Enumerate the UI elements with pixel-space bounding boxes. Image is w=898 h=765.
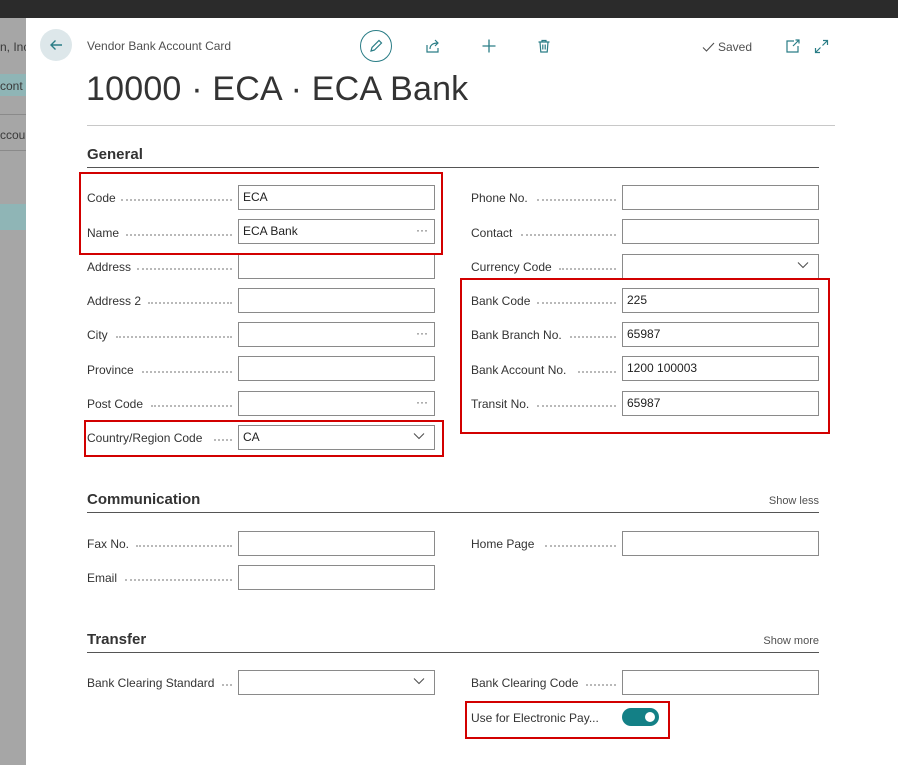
highlight-box-country-region xyxy=(84,420,444,457)
field-label-address-2: Address 2 xyxy=(87,294,142,308)
highlight-box-electronic-payments xyxy=(465,701,670,739)
field-label-province: Province xyxy=(87,363,134,377)
bank-clearing-standard-select[interactable] xyxy=(238,670,435,695)
field-label-bank-clearing-code: Bank Clearing Code xyxy=(471,676,579,690)
delete-button[interactable] xyxy=(535,37,553,55)
pencil-icon xyxy=(370,39,383,52)
field-label-currency-code: Currency Code xyxy=(471,260,552,274)
leader-dots xyxy=(222,684,232,687)
open-new-window-button[interactable] xyxy=(783,37,801,55)
leader-dots xyxy=(586,684,616,687)
trash-icon xyxy=(538,39,550,53)
background-divider xyxy=(0,150,26,151)
home-page-field[interactable] xyxy=(622,531,819,556)
leader-dots xyxy=(521,234,616,237)
share-icon xyxy=(426,39,439,53)
field-label-phone-no: Phone No. xyxy=(471,191,528,205)
background-text: cont xyxy=(0,79,23,93)
field-label-bank-clearing-standard: Bank Clearing Standard xyxy=(87,676,215,690)
edit-button[interactable] xyxy=(360,30,392,62)
province-field[interactable] xyxy=(238,356,435,381)
show-less-link[interactable]: Show less xyxy=(769,495,819,507)
contact-field[interactable] xyxy=(622,219,819,244)
field-label-home-page: Home Page xyxy=(471,537,535,551)
background-text: n, Inc xyxy=(0,40,26,54)
section-divider xyxy=(87,167,819,168)
title-divider xyxy=(87,125,835,126)
section-divider xyxy=(87,652,819,653)
share-button[interactable] xyxy=(424,37,442,55)
bank-clearing-code-field[interactable] xyxy=(622,670,819,695)
section-transfer-heading[interactable]: Transfer xyxy=(87,631,146,648)
field-label-fax-no: Fax No. xyxy=(87,537,130,551)
chevron-down-icon xyxy=(797,262,809,269)
city-field[interactable]: ··· xyxy=(238,322,435,347)
expand-button[interactable] xyxy=(812,37,830,55)
leader-dots xyxy=(151,405,232,408)
section-communication-heading[interactable]: Communication xyxy=(87,491,200,508)
open-in-new-window-icon xyxy=(785,38,800,53)
field-label-contact: Contact xyxy=(471,226,513,240)
address-field[interactable] xyxy=(238,254,435,279)
checkmark-icon xyxy=(702,42,715,52)
field-label-post-code: Post Code xyxy=(87,397,144,411)
page-caption: Vendor Bank Account Card xyxy=(87,39,232,53)
highlight-box-bank-details xyxy=(460,278,830,434)
top-bar xyxy=(0,0,898,18)
expand-icon xyxy=(814,39,828,53)
background-text: ccou xyxy=(0,128,26,142)
email-field[interactable] xyxy=(238,565,435,590)
highlight-box-code-name xyxy=(79,172,443,255)
leader-dots xyxy=(148,302,232,305)
background-selected-row xyxy=(0,204,26,230)
fax-no-field[interactable] xyxy=(238,531,435,556)
leader-dots xyxy=(545,545,616,548)
leader-dots xyxy=(125,579,232,582)
show-more-link[interactable]: Show more xyxy=(763,635,819,647)
saved-label: Saved xyxy=(718,40,753,54)
new-button[interactable] xyxy=(480,37,498,55)
leader-dots xyxy=(137,268,232,271)
chevron-down-icon xyxy=(413,678,425,685)
back-button[interactable] xyxy=(40,29,72,61)
address-2-field[interactable] xyxy=(238,288,435,313)
currency-code-select[interactable] xyxy=(622,254,819,279)
phone-no-field[interactable] xyxy=(622,185,819,210)
field-label-address: Address xyxy=(87,260,132,274)
leader-dots xyxy=(136,545,232,548)
more-options-icon[interactable]: ··· xyxy=(416,391,428,414)
leader-dots xyxy=(142,371,232,374)
field-label-city: City xyxy=(87,328,108,342)
saved-status: Saved xyxy=(702,40,752,54)
leader-dots xyxy=(559,268,616,271)
leader-dots xyxy=(537,199,616,202)
post-code-field[interactable]: ··· xyxy=(238,391,435,416)
background-divider xyxy=(0,114,26,115)
field-label-email: Email xyxy=(87,571,118,585)
more-options-icon[interactable]: ··· xyxy=(416,322,428,345)
plus-icon xyxy=(482,39,496,53)
section-general-heading[interactable]: General xyxy=(87,146,143,163)
arrow-left-icon xyxy=(50,40,62,50)
background-page: n, Inc cont ccou xyxy=(0,18,26,765)
page-title: 10000 · ECA · ECA Bank xyxy=(86,70,469,108)
section-divider xyxy=(87,512,819,513)
leader-dots xyxy=(116,336,232,339)
